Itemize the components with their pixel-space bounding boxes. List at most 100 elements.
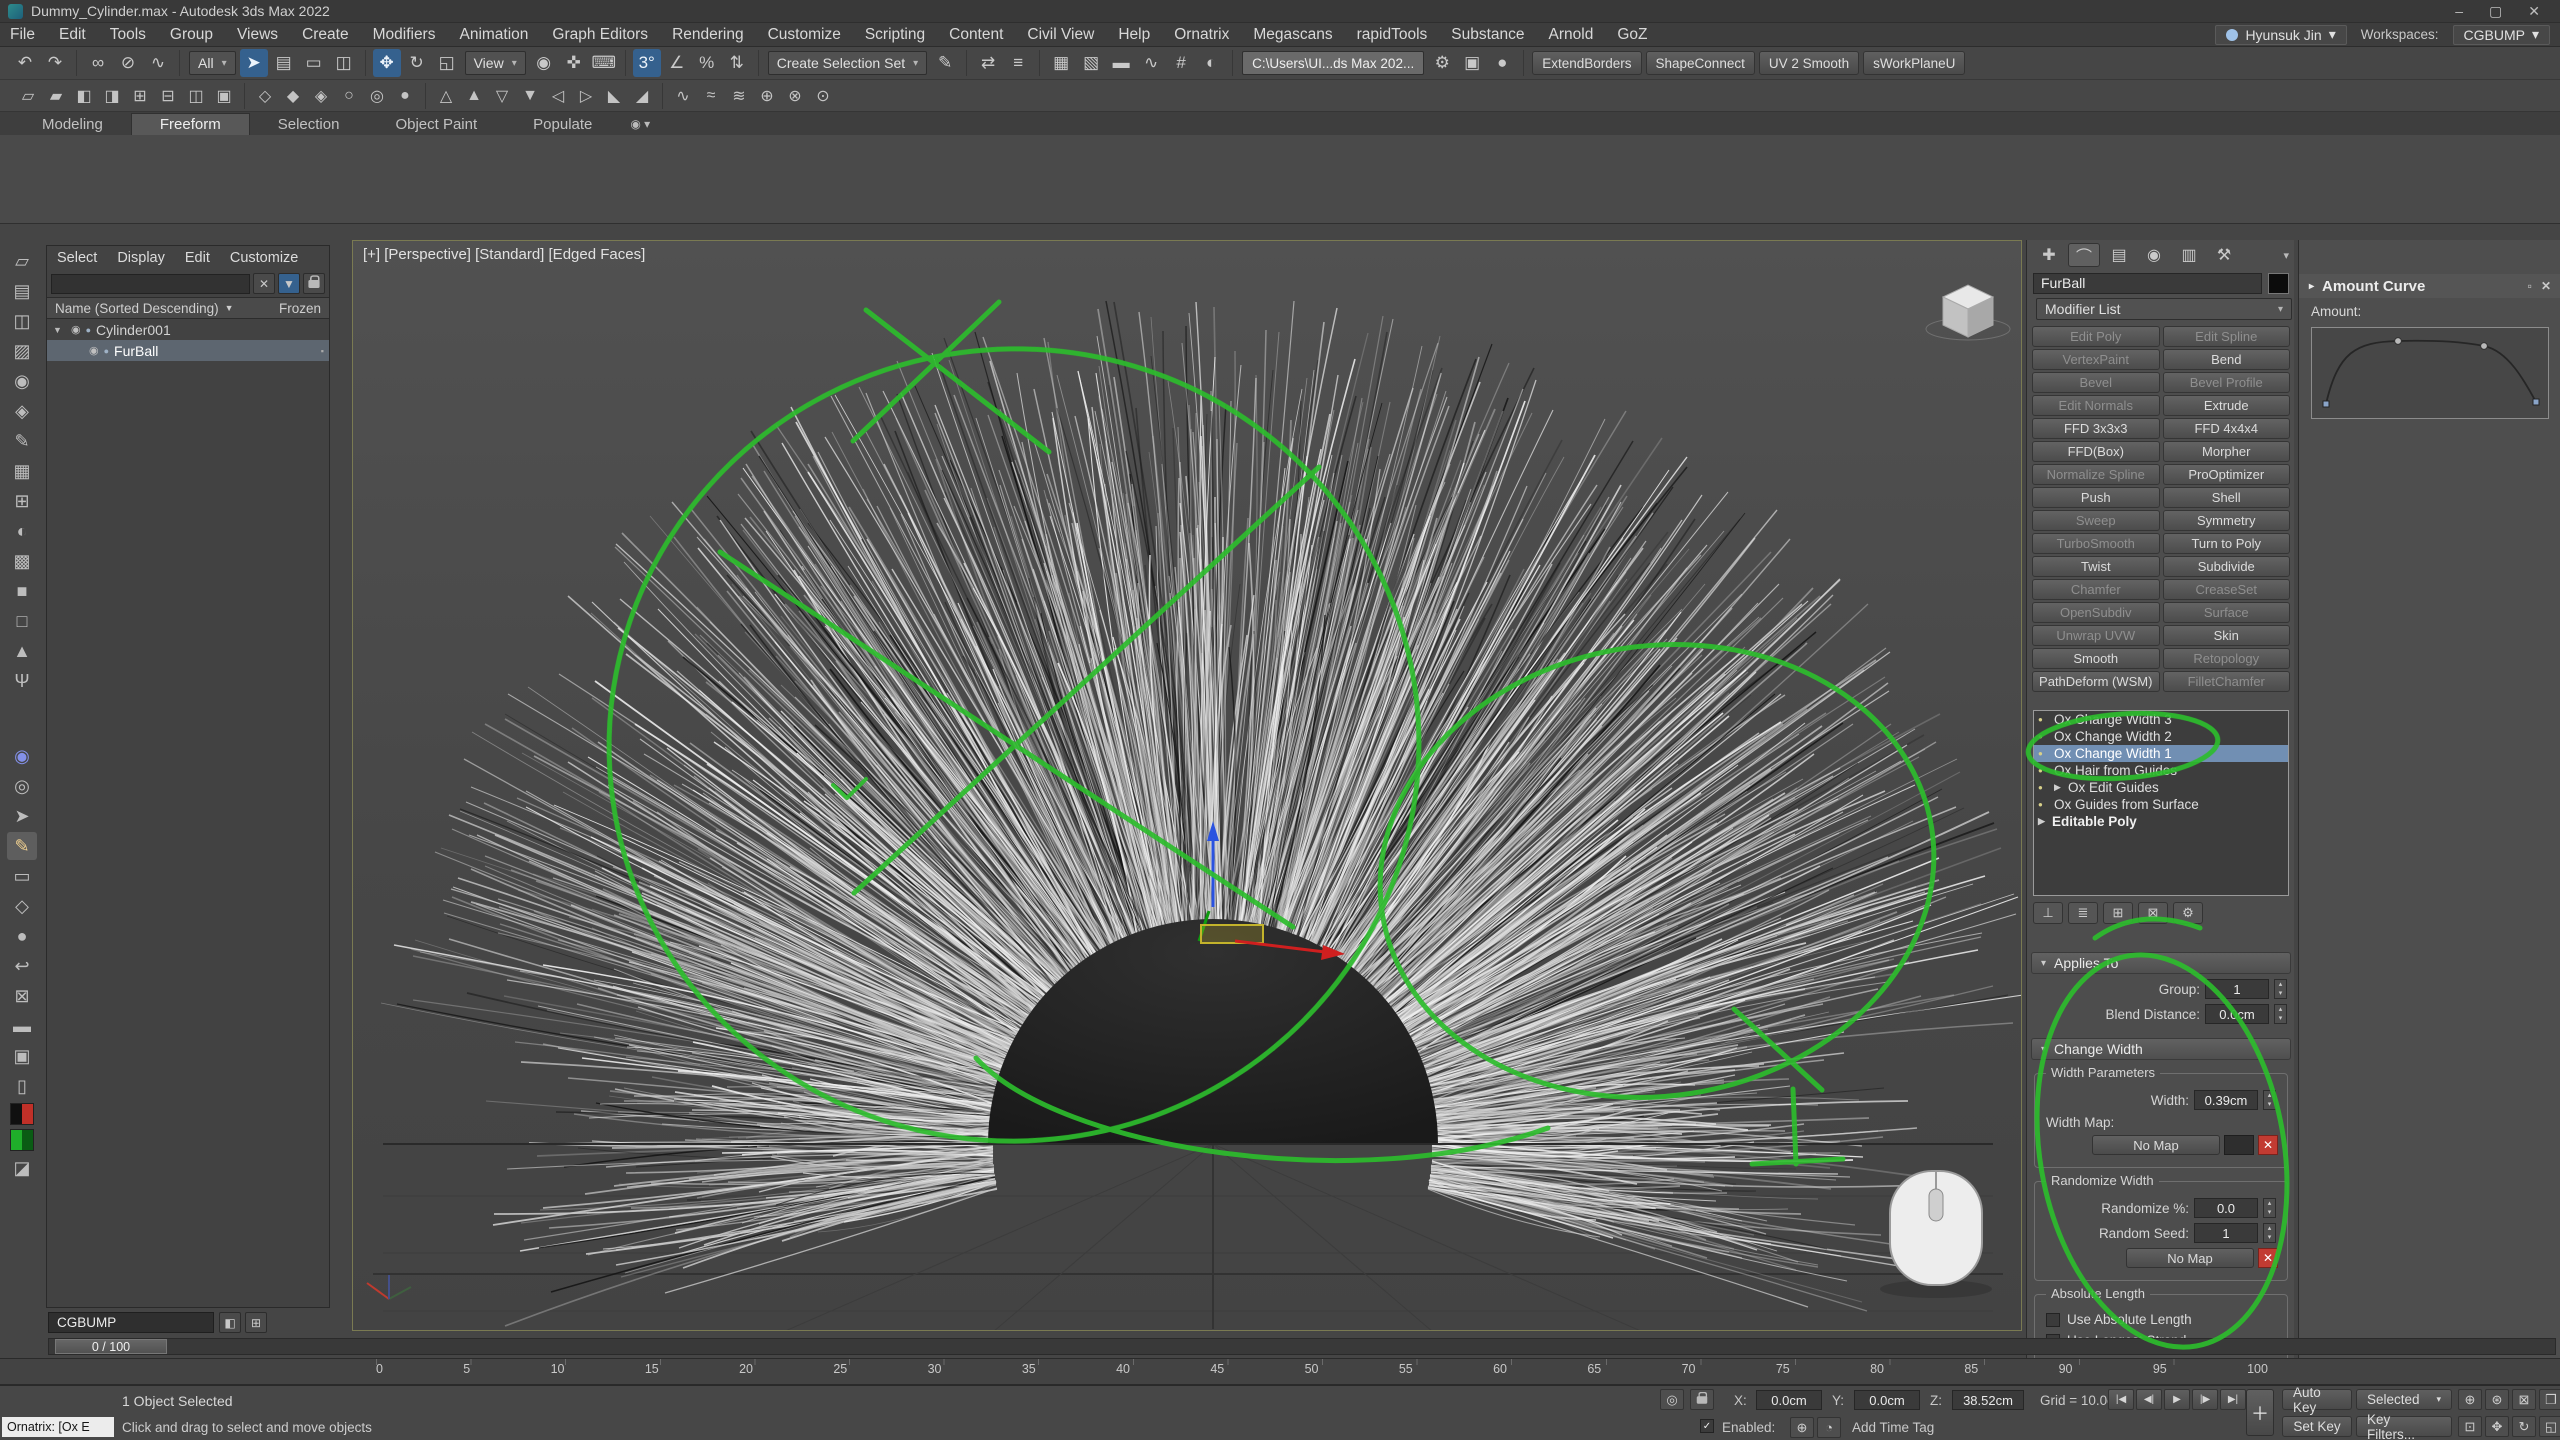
name-column-header[interactable]: Name (Sorted Descending) — [55, 301, 219, 316]
explorer-menu-select[interactable]: Select — [57, 250, 97, 266]
next-frame-button[interactable]: |▶ — [2192, 1389, 2218, 1410]
uv-2-smooth-button[interactable]: UV 2 Smooth — [1759, 51, 1859, 75]
randomize-percent-spinner[interactable]: ▴▾ — [2263, 1198, 2276, 1218]
bind-to-space-warp-icon[interactable]: ∿ — [144, 49, 172, 77]
modeling-tool-28-icon[interactable]: ⊙ — [810, 83, 836, 109]
modeling-tool-20-icon[interactable]: ▷ — [573, 83, 599, 109]
time-tag-enabled-checkbox[interactable]: ✓ — [1700, 1419, 1714, 1433]
modeling-tool-12-icon[interactable]: ○ — [336, 83, 362, 109]
menu-views[interactable]: Views — [237, 26, 278, 44]
modifier-button-creaseset[interactable]: CreaseSet — [2163, 579, 2291, 600]
named-selection-set-field[interactable]: CGBUMP — [48, 1312, 214, 1333]
width-map-button[interactable]: No Map — [2092, 1135, 2220, 1155]
modifier-button-extrude[interactable]: Extrude — [2163, 395, 2291, 416]
scene-explorer-search-input[interactable] — [51, 274, 250, 294]
layers-panel-icon[interactable]: ▤ — [7, 277, 37, 305]
marquee-tool-icon[interactable]: ▭ — [7, 862, 37, 890]
modeling-tool-3-icon[interactable]: ◧ — [71, 83, 97, 109]
play-button[interactable]: ▶ — [2164, 1389, 2190, 1410]
menu-arnold[interactable]: Arnold — [1549, 26, 1594, 44]
menu-file[interactable]: File — [10, 26, 35, 44]
select-and-scale-icon[interactable]: ◱ — [433, 49, 461, 77]
modeling-tool-24-icon[interactable]: ≈ — [698, 83, 724, 109]
schematic-view-icon[interactable]: # — [1167, 49, 1195, 77]
modeling-tool-4-icon[interactable]: ◨ — [99, 83, 125, 109]
go-to-start-button[interactable]: |◀ — [2108, 1389, 2134, 1410]
modifier-button-bevel[interactable]: Bevel — [2032, 372, 2160, 393]
modeling-tool-25-icon[interactable]: ≋ — [726, 83, 752, 109]
outline-square-icon[interactable]: □ — [7, 607, 37, 635]
menu-customize[interactable]: Customize — [768, 26, 841, 44]
stack-item-ox-change-width-2[interactable]: ●Ox Change Width 2 — [2034, 728, 2288, 745]
group-spinner[interactable]: ▴▾ — [2274, 979, 2287, 999]
visibility-eye-icon[interactable]: ◉ — [71, 323, 81, 336]
clock-icon[interactable]: ◔ — [1817, 1417, 1841, 1438]
modeling-tool-18-icon[interactable]: ▼ — [517, 83, 543, 109]
hatch-icon[interactable]: ▨ — [7, 337, 37, 365]
show-end-result-icon[interactable]: ≣ — [2068, 902, 2098, 924]
edit-set-icon[interactable]: ⊞ — [245, 1312, 267, 1333]
tree-icon[interactable]: Ψ — [7, 667, 37, 695]
perspective-viewport[interactable]: [+] [Perspective] [Standard] [Edged Face… — [352, 240, 2022, 1331]
ribbon-tab-selection[interactable]: Selection — [250, 113, 368, 135]
zoom-region-icon[interactable]: ⊡ — [2458, 1416, 2482, 1437]
spinner-snap-icon[interactable]: ⇅ — [723, 49, 751, 77]
configure-modifier-sets-icon[interactable]: ⚙ — [2173, 902, 2203, 924]
modeling-tool-7-icon[interactable]: ◫ — [183, 83, 209, 109]
edit-named-selections-icon[interactable]: ✎ — [931, 49, 959, 77]
menu-goz[interactable]: GoZ — [1617, 26, 1647, 44]
width-field[interactable]: 0.39cm — [2194, 1090, 2258, 1110]
mini-layout-icon[interactable]: ◪ — [7, 1154, 37, 1182]
select-and-manipulate-icon[interactable]: ✜ — [560, 49, 588, 77]
modeling-tool-13-icon[interactable]: ◎ — [364, 83, 390, 109]
zoom-extents-icon[interactable]: ⊠ — [2512, 1389, 2536, 1410]
modifier-button-filletchamfer[interactable]: FilletChamfer — [2163, 671, 2291, 692]
rect-selection-region-icon[interactable]: ▭ — [300, 49, 328, 77]
pin-icon[interactable]: ▫ — [2528, 279, 2532, 293]
select-object-icon[interactable]: ➤ — [240, 49, 268, 77]
stack-item-ox-change-width-3[interactable]: ●Ox Change Width 3 — [2034, 711, 2288, 728]
menu-civil-view[interactable]: Civil View — [1027, 26, 1094, 44]
selection-filter-dropdown[interactable]: All▾ — [189, 51, 236, 75]
modifier-button-ffd-4x4x4[interactable]: FFD 4x4x4 — [2163, 418, 2291, 439]
align-icon[interactable]: ≡ — [1004, 49, 1032, 77]
modifier-button-prooptimizer[interactable]: ProOptimizer — [2163, 464, 2291, 485]
modifier-button-ffd-3x3x3[interactable]: FFD 3x3x3 — [2032, 418, 2160, 439]
modeling-tool-26-icon[interactable]: ⊕ — [754, 83, 780, 109]
object-name-field[interactable]: FurBall — [2033, 273, 2262, 294]
foreground-background-swatch[interactable] — [10, 1103, 34, 1125]
previous-frame-button[interactable]: ◀| — [2136, 1389, 2162, 1410]
menu-group[interactable]: Group — [170, 26, 213, 44]
visibility-eye-icon[interactable]: ◉ — [89, 344, 99, 357]
layer-explorer-toggle-icon[interactable]: ▧ — [1077, 49, 1105, 77]
zoom-extents-all-icon[interactable]: ❒ — [2539, 1389, 2560, 1410]
menu-content[interactable]: Content — [949, 26, 1003, 44]
explorer-menu-display[interactable]: Display — [117, 250, 165, 266]
random-seed-spinner[interactable]: ▴▾ — [2263, 1223, 2276, 1243]
snaps-toggle-icon[interactable]: 3° — [633, 49, 661, 77]
modifier-button-chamfer[interactable]: Chamfer — [2032, 579, 2160, 600]
map-slot-button[interactable] — [2224, 1135, 2254, 1155]
add-grid-icon[interactable]: ⊞ — [7, 487, 37, 515]
stamp-icon[interactable]: ▣ — [7, 1042, 37, 1070]
expand-arrow-icon[interactable]: ▼ — [53, 325, 66, 335]
modifier-button-ffd-box-[interactable]: FFD(Box) — [2032, 441, 2160, 462]
menu-edit[interactable]: Edit — [59, 26, 86, 44]
named-selection-sets-dropdown[interactable]: Create Selection Set▾ — [768, 51, 927, 75]
object-color-swatch[interactable] — [2268, 273, 2289, 294]
use-absolute-length-checkbox[interactable] — [2046, 1313, 2060, 1327]
randomize-percent-field[interactable]: 0.0 — [2194, 1198, 2258, 1218]
grid-panel-icon[interactable]: ▦ — [7, 457, 37, 485]
explorer-menu-customize[interactable]: Customize — [230, 250, 299, 266]
modifier-button-smooth[interactable]: Smooth — [2032, 648, 2160, 669]
add-note-icon[interactable]: ⊕ — [1790, 1417, 1814, 1438]
stack-item-ox-change-width-1[interactable]: ●Ox Change Width 1 — [2034, 745, 2288, 762]
select-and-move-icon[interactable]: ✥ — [373, 49, 401, 77]
modeling-tool-8-icon[interactable]: ▣ — [211, 83, 237, 109]
modifier-button-edit-poly[interactable]: Edit Poly — [2032, 326, 2160, 347]
close-button[interactable]: ✕ — [2528, 3, 2540, 20]
selection-set-slider-icon[interactable]: ◧ — [219, 1312, 241, 1333]
modeling-tool-17-icon[interactable]: ▽ — [489, 83, 515, 109]
modifier-button-unwrap-uvw[interactable]: Unwrap UVW — [2032, 625, 2160, 646]
modeling-tool-16-icon[interactable]: ▲ — [461, 83, 487, 109]
